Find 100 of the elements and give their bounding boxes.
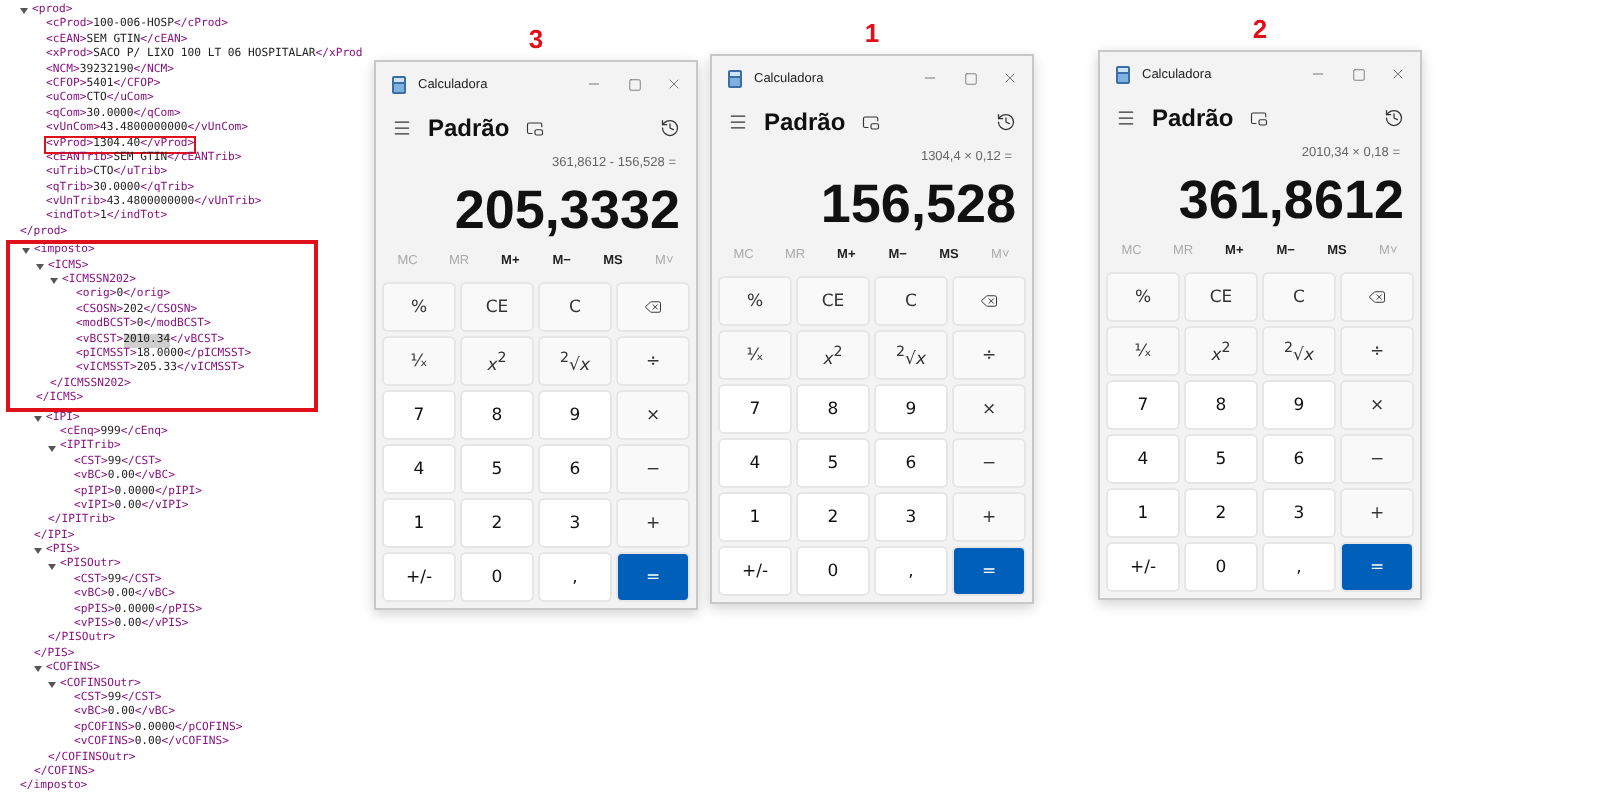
digit-button[interactable]: 3 bbox=[1262, 488, 1336, 538]
digit-button[interactable]: 0 bbox=[460, 552, 534, 602]
function-button[interactable]: ¹⁄ₓ bbox=[1106, 326, 1180, 376]
digit-button[interactable]: 0 bbox=[1184, 542, 1258, 592]
digit-button[interactable]: 2 bbox=[460, 498, 534, 548]
expander-icon[interactable] bbox=[48, 563, 56, 570]
digit-button[interactable]: 3 bbox=[874, 492, 948, 542]
digit-button[interactable]: 2 bbox=[1184, 488, 1258, 538]
digit-button[interactable]: 8 bbox=[460, 390, 534, 440]
history-icon[interactable] bbox=[1384, 108, 1404, 128]
calculator-icon bbox=[392, 75, 406, 93]
digit-button[interactable]: 0 bbox=[796, 546, 870, 596]
digit-button[interactable]: 6 bbox=[538, 444, 612, 494]
result-display: 361,8612 bbox=[1176, 168, 1406, 232]
function-button[interactable]: $^{2}$√x bbox=[1262, 326, 1336, 376]
history-icon[interactable] bbox=[996, 112, 1016, 132]
expander-icon[interactable] bbox=[34, 666, 42, 673]
function-button[interactable]: CE bbox=[796, 276, 870, 326]
menu-icon[interactable] bbox=[1116, 108, 1136, 128]
keep-on-top-icon[interactable] bbox=[1249, 109, 1268, 127]
function-button[interactable]: ¹⁄ₓ bbox=[382, 336, 456, 386]
digit-button[interactable]: 1 bbox=[718, 492, 792, 542]
digit-button[interactable]: +/- bbox=[1106, 542, 1180, 592]
result-display: 156,528 bbox=[818, 172, 1018, 236]
digit-button[interactable]: 5 bbox=[1184, 434, 1258, 484]
digit-button[interactable]: 8 bbox=[796, 384, 870, 434]
function-button[interactable]: × bbox=[952, 384, 1026, 434]
function-button[interactable]: CE bbox=[1184, 272, 1258, 322]
annotation-number: 2 bbox=[1252, 14, 1268, 48]
function-button[interactable]: − bbox=[1340, 434, 1414, 484]
digit-button[interactable]: 4 bbox=[1106, 434, 1180, 484]
digit-button[interactable]: 9 bbox=[1262, 380, 1336, 430]
function-button[interactable]: − bbox=[616, 444, 690, 494]
expander-icon[interactable] bbox=[50, 278, 58, 285]
expander-icon[interactable] bbox=[48, 445, 56, 452]
expander-icon[interactable] bbox=[34, 548, 42, 555]
digit-button[interactable]: 7 bbox=[718, 384, 792, 434]
digit-button[interactable]: 4 bbox=[718, 438, 792, 488]
calculator-icon bbox=[1116, 65, 1130, 83]
function-button[interactable]: C bbox=[538, 282, 612, 332]
digit-button[interactable]: +/- bbox=[718, 546, 792, 596]
backspace-icon bbox=[644, 298, 662, 316]
digit-button[interactable]: 1 bbox=[1106, 488, 1180, 538]
mode-title: Padrão bbox=[428, 114, 510, 142]
function-button[interactable]: ¹⁄ₓ bbox=[718, 330, 792, 380]
backspace-icon bbox=[1368, 288, 1386, 306]
digit-button[interactable]: , bbox=[538, 552, 612, 602]
digit-button[interactable]: 6 bbox=[874, 438, 948, 488]
function-button[interactable]: x$^{2}$ bbox=[796, 330, 870, 380]
keep-on-top-icon[interactable] bbox=[525, 119, 544, 137]
digit-button[interactable]: +/- bbox=[382, 552, 456, 602]
digit-button[interactable]: 5 bbox=[460, 444, 534, 494]
equals-button[interactable]: = bbox=[616, 552, 690, 602]
expander-icon[interactable] bbox=[22, 248, 30, 255]
menu-icon[interactable] bbox=[728, 112, 748, 132]
digit-button[interactable]: , bbox=[1262, 542, 1336, 592]
digit-button[interactable]: 7 bbox=[382, 390, 456, 440]
digit-button[interactable]: 8 bbox=[1184, 380, 1258, 430]
history-icon[interactable] bbox=[660, 118, 680, 138]
function-button[interactable]: $^{2}$√x bbox=[874, 330, 948, 380]
function-button[interactable]: − bbox=[952, 438, 1026, 488]
keep-on-top-icon[interactable] bbox=[861, 113, 880, 131]
function-button[interactable]: ÷ bbox=[1340, 326, 1414, 376]
function-button[interactable]: + bbox=[952, 492, 1026, 542]
function-button[interactable]: ÷ bbox=[616, 336, 690, 386]
digit-button[interactable]: 6 bbox=[1262, 434, 1336, 484]
digit-button[interactable]: , bbox=[874, 546, 948, 596]
function-button[interactable]: % bbox=[382, 282, 456, 332]
digit-button[interactable]: 9 bbox=[874, 384, 948, 434]
menu-icon[interactable] bbox=[392, 118, 412, 138]
annotation-number: 1 bbox=[864, 18, 880, 52]
function-button[interactable]: × bbox=[616, 390, 690, 440]
digit-button[interactable]: 4 bbox=[382, 444, 456, 494]
expander-icon[interactable] bbox=[20, 8, 28, 15]
calculator-icon bbox=[728, 69, 742, 87]
equals-button[interactable]: = bbox=[1340, 542, 1414, 592]
function-button[interactable]: C bbox=[1262, 272, 1336, 322]
backspace-icon bbox=[980, 292, 998, 310]
function-button[interactable]: C bbox=[874, 276, 948, 326]
digit-button[interactable]: 9 bbox=[538, 390, 612, 440]
equals-button[interactable]: = bbox=[952, 546, 1026, 596]
function-button[interactable]: $^{2}$√x bbox=[538, 336, 612, 386]
function-button[interactable]: × bbox=[1340, 380, 1414, 430]
function-button[interactable]: % bbox=[718, 276, 792, 326]
function-button[interactable]: x$^{2}$ bbox=[1184, 326, 1258, 376]
expander-icon[interactable] bbox=[34, 415, 42, 422]
expander-icon[interactable] bbox=[36, 263, 44, 270]
digit-button[interactable]: 3 bbox=[538, 498, 612, 548]
digit-button[interactable]: 1 bbox=[382, 498, 456, 548]
digit-button[interactable]: 2 bbox=[796, 492, 870, 542]
function-button[interactable]: % bbox=[1106, 272, 1180, 322]
digit-button[interactable]: 5 bbox=[796, 438, 870, 488]
function-button[interactable]: x$^{2}$ bbox=[460, 336, 534, 386]
function-button[interactable]: + bbox=[1340, 488, 1414, 538]
mode-title: Padrão bbox=[1152, 104, 1234, 132]
function-button[interactable]: ÷ bbox=[952, 330, 1026, 380]
digit-button[interactable]: 7 bbox=[1106, 380, 1180, 430]
function-button[interactable]: CE bbox=[460, 282, 534, 332]
function-button[interactable]: + bbox=[616, 498, 690, 548]
expander-icon[interactable] bbox=[48, 681, 56, 688]
